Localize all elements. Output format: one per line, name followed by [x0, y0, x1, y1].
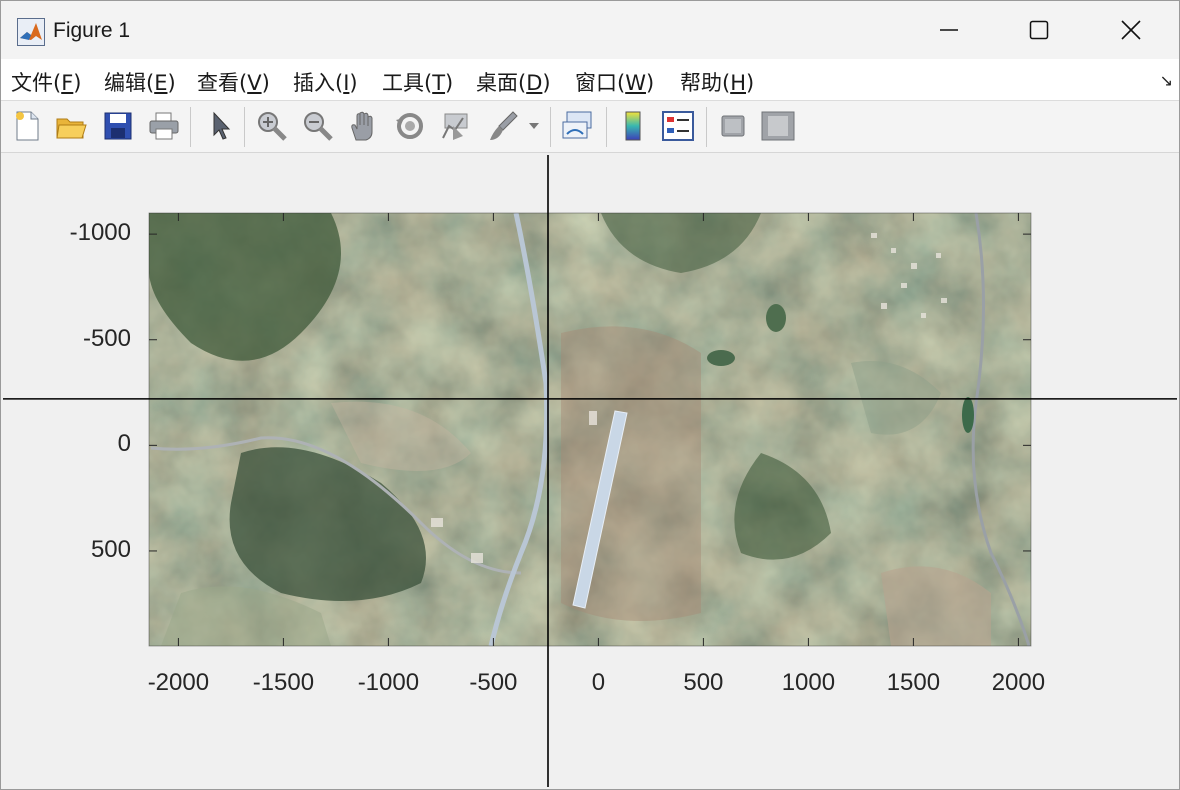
legend-button[interactable]	[659, 107, 697, 145]
figure-toolbar	[1, 101, 1179, 153]
x-tick-label: 2000	[991, 669, 1046, 696]
pointer-button[interactable]	[201, 107, 239, 145]
show-plot-tools-button[interactable]	[759, 107, 797, 145]
menubar-expand-icon[interactable]: ↘	[1160, 71, 1173, 90]
x-tick-label: 500	[683, 669, 724, 696]
matlab-logo-icon	[17, 18, 45, 46]
window-title: Figure 1	[53, 19, 131, 42]
zoom-in-icon	[258, 112, 287, 141]
toolbar-separator	[244, 107, 245, 147]
menu-insert[interactable]: 插入(I)	[293, 67, 358, 97]
satellite-image	[149, 213, 1031, 646]
open-file-icon	[56, 118, 87, 139]
figure-window: Figure 1 文件(F) 编辑(E) 查看(V) 插入(I) 工具(T) 桌…	[0, 0, 1180, 790]
menu-bar: 文件(F) 编辑(E) 查看(V) 插入(I) 工具(T) 桌面(D) 窗口(W…	[1, 59, 1179, 101]
menu-edit[interactable]: 编辑(E)	[104, 67, 176, 97]
toolbar-separator	[550, 107, 551, 147]
toolbar-separator	[190, 107, 191, 147]
brush-button[interactable]	[485, 107, 523, 145]
brush-icon	[490, 111, 518, 140]
new-figure-button[interactable]	[8, 107, 46, 145]
zoom-out-button[interactable]	[299, 107, 337, 145]
colorbar-icon	[625, 111, 641, 141]
x-tick-label: -2000	[147, 669, 210, 696]
legend-icon	[662, 111, 694, 141]
pan-button[interactable]	[345, 107, 383, 145]
data-cursor-icon	[442, 113, 468, 140]
pan-hand-icon	[351, 111, 373, 141]
figure-canvas[interactable]: -2000 -1500 -1000 -500 0 500 1000 1500 2000 -100…	[1, 153, 1179, 789]
menu-window[interactable]: 窗口(W)	[575, 67, 654, 97]
x-tick-label: -500	[469, 669, 518, 696]
y-tick-label: -500	[82, 324, 131, 352]
show-plot-tools-icon	[761, 111, 795, 141]
new-figure-icon	[16, 111, 39, 141]
menu-help[interactable]: 帮助(H)	[680, 67, 754, 97]
print-button[interactable]	[145, 107, 183, 145]
maximize-icon	[1029, 20, 1049, 40]
link-plot-button[interactable]	[559, 107, 597, 145]
pointer-icon	[213, 111, 231, 140]
y-tick-label: 0	[117, 430, 131, 458]
menu-tools[interactable]: 工具(T)	[382, 67, 453, 97]
x-tick-label: -1500	[252, 669, 315, 696]
toolbar-separator	[606, 107, 607, 147]
close-button[interactable]	[1085, 1, 1177, 59]
close-icon	[1121, 20, 1141, 40]
print-icon	[149, 112, 179, 140]
zoom-in-button[interactable]	[253, 107, 291, 145]
title-bar[interactable]: Figure 1	[1, 1, 1179, 59]
open-file-button[interactable]	[52, 107, 90, 145]
y-tick-label: -1000	[69, 219, 131, 247]
menu-view[interactable]: 查看(V)	[197, 67, 270, 97]
minimize-icon	[940, 29, 958, 31]
link-plot-icon	[562, 111, 592, 139]
hide-plot-tools-button[interactable]	[714, 107, 752, 145]
zoom-out-icon	[304, 112, 333, 141]
x-tick-label: -1000	[357, 669, 420, 696]
maximize-button[interactable]	[993, 1, 1085, 59]
colorbar-button[interactable]	[614, 107, 652, 145]
rotate-3d-button[interactable]	[391, 107, 429, 145]
save-icon	[104, 112, 132, 140]
toolbar-separator	[706, 107, 707, 147]
hide-plot-tools-icon	[721, 115, 745, 137]
chevron-down-icon	[529, 123, 539, 129]
x-tick-label: 1000	[781, 669, 836, 696]
data-cursor-button[interactable]	[437, 107, 475, 145]
minimize-button[interactable]	[903, 1, 995, 59]
y-tick-label: 500	[90, 535, 131, 563]
menu-desktop[interactable]: 桌面(D)	[476, 67, 551, 97]
menu-file[interactable]: 文件(F)	[11, 67, 82, 97]
save-button[interactable]	[99, 107, 137, 145]
brush-dropdown[interactable]	[523, 107, 545, 145]
x-tick-label: 0	[591, 669, 606, 696]
x-tick-label: 1500	[886, 669, 941, 696]
rotate-3d-icon	[396, 113, 423, 139]
